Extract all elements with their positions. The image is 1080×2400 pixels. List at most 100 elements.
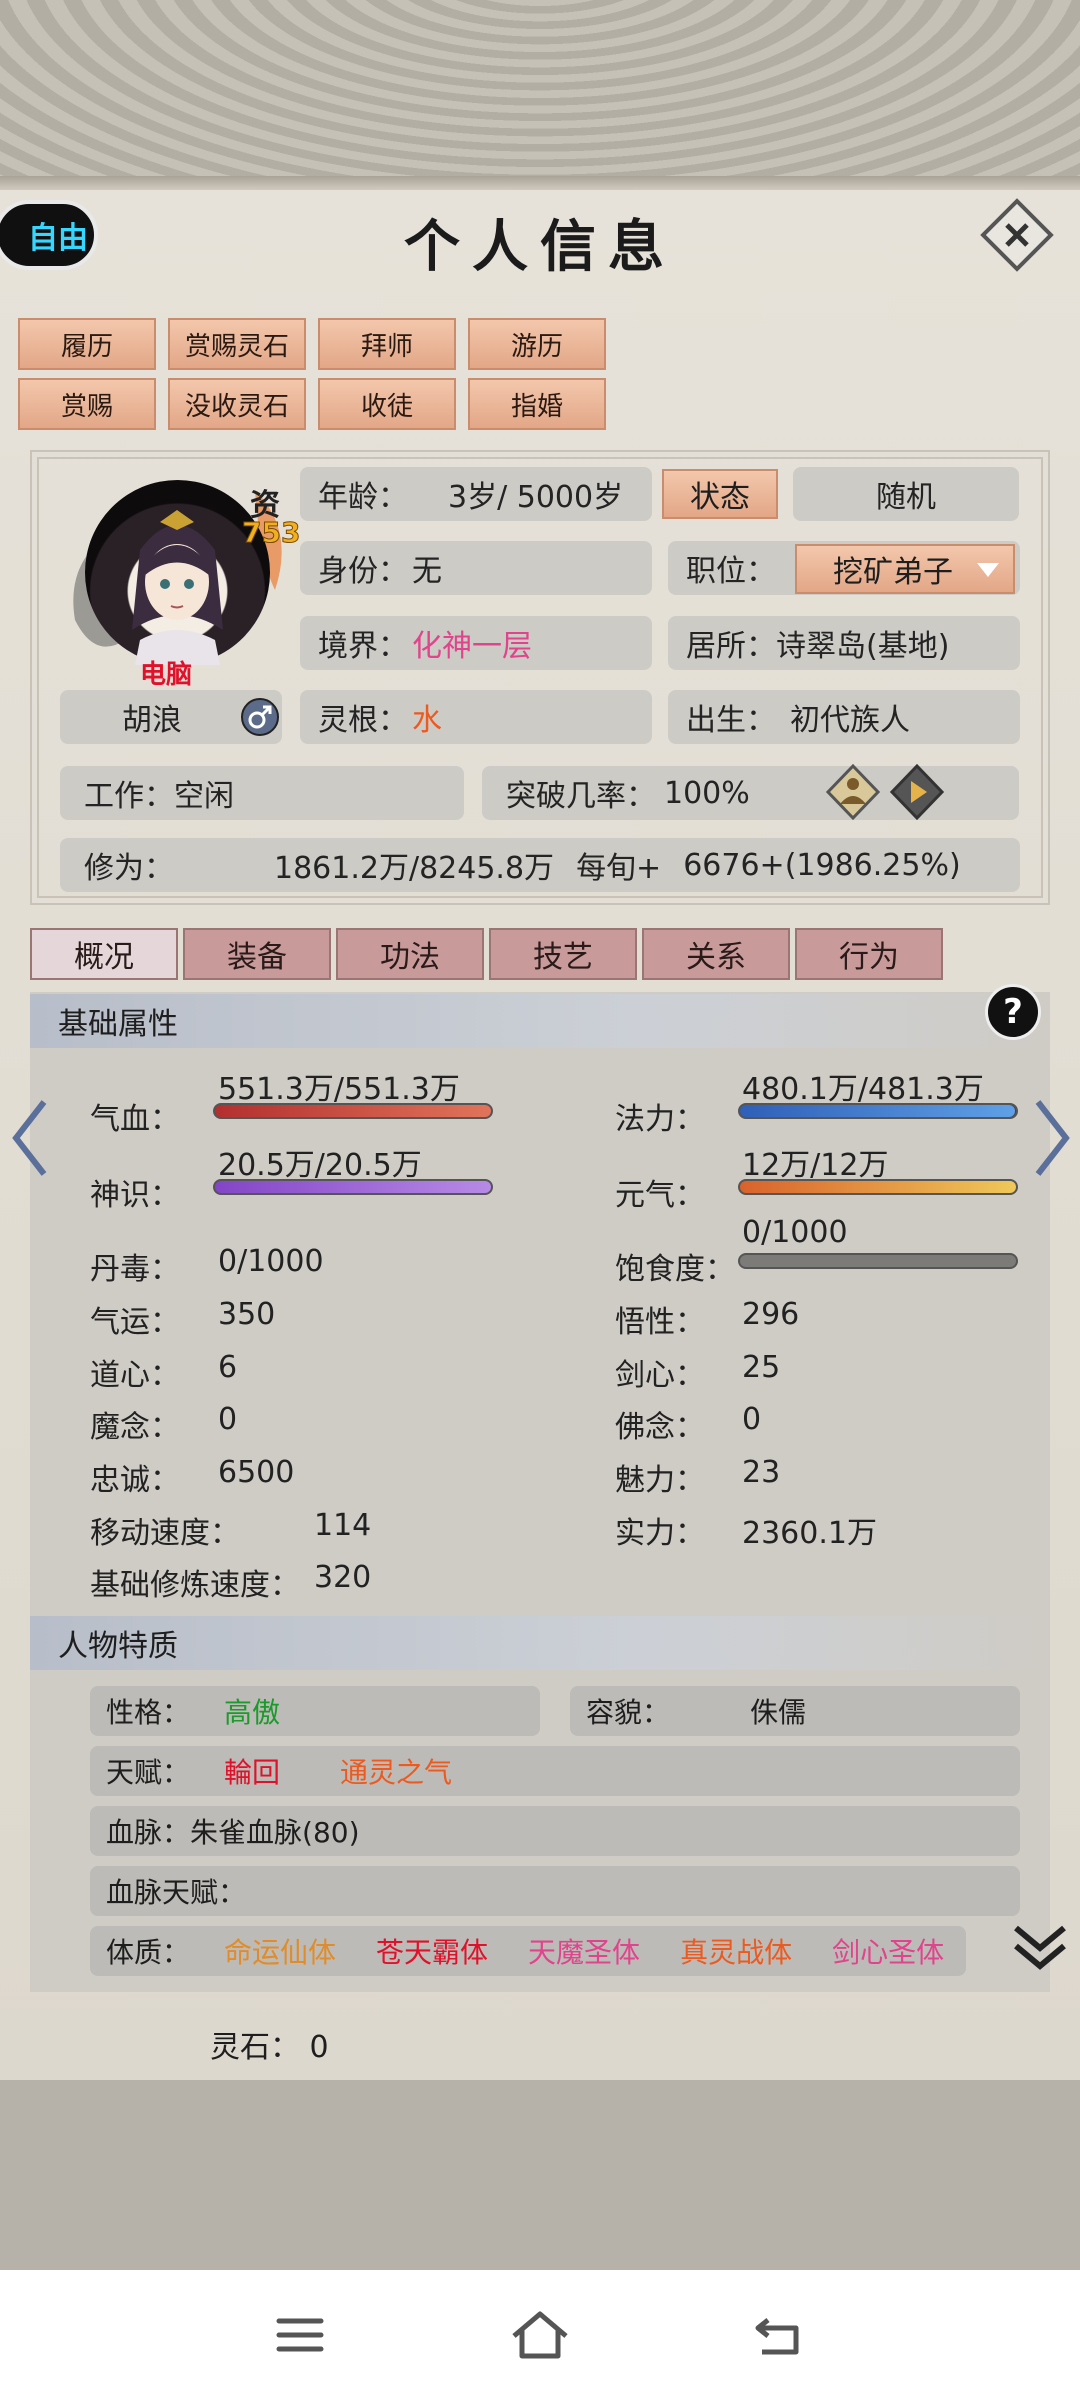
random-button[interactable]: 随机: [793, 467, 1019, 521]
identity-field: 身份： 无: [300, 541, 652, 595]
physique-item[interactable]: 剑心圣体: [832, 1931, 944, 1971]
birth-field: 出生： 初代族人: [668, 690, 1020, 744]
appearance-field: 容貌： 侏儒: [570, 1686, 1020, 1736]
status-button[interactable]: 状态: [662, 469, 778, 519]
physique-item[interactable]: 天魔圣体: [528, 1931, 640, 1971]
bloodline-talent-field: 血脉天赋：: [90, 1866, 1020, 1916]
tab-techniques[interactable]: 功法: [336, 928, 484, 980]
bottom-decoration: [0, 2080, 1080, 2270]
tab-relations[interactable]: 关系: [642, 928, 790, 980]
strength-value: 2360.1万: [742, 1516, 877, 1551]
cultivation-value: 1861.2万/8245.8万: [274, 851, 555, 886]
bloodline-value[interactable]: 朱雀血脉(80): [190, 1811, 359, 1851]
age-field: 年龄： 3岁/ 5000岁: [300, 467, 652, 521]
buddha-thought-label: 佛念：: [615, 1410, 705, 1445]
basic-attributes-header: 基础属性: [30, 994, 1050, 1048]
history-button[interactable]: 履历: [18, 318, 156, 370]
tab-skills[interactable]: 技艺: [489, 928, 637, 980]
spirit-value: 20.5万/20.5万: [218, 1148, 422, 1183]
traits-title: 人物特质: [58, 1629, 178, 1664]
take-disciple-button[interactable]: 收徒: [318, 378, 456, 430]
help-icon[interactable]: ?: [985, 984, 1041, 1040]
mana-label: 法力：: [615, 1102, 705, 1137]
talent-field: 天赋： 輪回 通灵之气: [90, 1746, 1020, 1796]
move-speed-label: 移动速度：: [90, 1516, 240, 1551]
menu-button[interactable]: [255, 2300, 345, 2370]
fortune-value: 350: [218, 1297, 276, 1332]
per-round-value: 6676+(1986.25%): [683, 847, 961, 883]
avatar[interactable]: [85, 480, 270, 665]
arrange-marriage-button[interactable]: 指婚: [468, 378, 606, 430]
confiscate-stones-button[interactable]: 没收灵石: [168, 378, 306, 430]
tab-equipment[interactable]: 装备: [183, 928, 331, 980]
age-label: 年龄：: [318, 480, 408, 515]
reward-stones-button[interactable]: 赏赐灵石: [168, 318, 306, 370]
home-button[interactable]: [495, 2300, 585, 2370]
personality-field: 性格： 高傲: [90, 1686, 540, 1736]
comprehension-label: 悟性：: [615, 1305, 705, 1340]
play-icon[interactable]: [890, 764, 944, 820]
reward-button[interactable]: 赏赐: [18, 378, 156, 430]
personality-label: 性格：: [106, 1696, 191, 1729]
talent-value-2[interactable]: 通灵之气: [340, 1751, 452, 1791]
move-speed-value: 114: [314, 1508, 372, 1543]
apprentice-button[interactable]: 拜师: [318, 318, 456, 370]
page-title: 个人信息: [404, 214, 676, 280]
identity-label: 身份：: [318, 554, 408, 589]
pill-toxin-label: 丹毒：: [90, 1252, 180, 1287]
prev-arrow-icon[interactable]: [8, 1098, 52, 1178]
position-dropdown[interactable]: 挖矿弟子: [795, 544, 1015, 594]
talent-value-1[interactable]: 輪回: [224, 1751, 280, 1791]
spirit-bar: [213, 1179, 493, 1195]
physique-label: 体质：: [106, 1936, 191, 1969]
travel-button[interactable]: 游历: [468, 318, 606, 370]
loyalty-value: 6500: [218, 1455, 295, 1490]
breakthrough-label: 突破几率：: [506, 779, 656, 814]
title-bar: 自由 个人信息: [0, 190, 1080, 298]
satiety-bar: [738, 1253, 1018, 1269]
meditation-icon[interactable]: [826, 764, 880, 820]
physique-item[interactable]: 命运仙体: [224, 1931, 336, 1971]
strength-label: 实力：: [615, 1516, 705, 1551]
expand-down-icon[interactable]: [1012, 1922, 1068, 1974]
satiety-value: 0/1000: [742, 1215, 848, 1250]
close-icon[interactable]: [980, 198, 1054, 272]
identity-value: 无: [412, 554, 442, 589]
traits-header: 人物特质: [30, 1616, 1050, 1670]
position-value: 挖矿弟子: [833, 555, 953, 590]
pill-toxin-value: 0/1000: [218, 1244, 324, 1279]
physique-field: 体质： 命运仙体 苍天霸体 天魔圣体 真灵战体 剑心圣体: [90, 1926, 966, 1976]
age-value: 3岁/ 5000岁: [448, 480, 624, 515]
sword-heart-value: 25: [742, 1350, 781, 1385]
tab-overview[interactable]: 概况: [30, 928, 178, 980]
next-arrow-icon[interactable]: [1030, 1098, 1074, 1178]
chevron-down-icon: [977, 563, 999, 577]
top-decoration: [0, 0, 1080, 190]
dao-heart-value: 6: [218, 1350, 238, 1385]
home-icon: [512, 2311, 568, 2359]
work-value: 空闲: [174, 779, 234, 814]
cultivation-label: 修为：: [84, 851, 174, 886]
appearance-value: 侏儒: [750, 1696, 807, 1729]
cultivation-field: 修为： 1861.2万/8245.8万 每旬+ 6676+(1986.25%): [60, 838, 1020, 892]
position-label: 职位：: [686, 554, 776, 589]
work-field: 工作： 空闲: [60, 766, 464, 820]
realm-label: 境界：: [318, 629, 408, 664]
talent-label: 天赋：: [106, 1756, 191, 1789]
breakthrough-value: 100%: [664, 775, 750, 811]
cultivation-speed-label: 基础修炼速度：: [90, 1568, 300, 1603]
back-icon: [755, 2318, 799, 2355]
physique-item[interactable]: 真灵战体: [680, 1931, 792, 1971]
bloodline-field: 血脉： 朱雀血脉(80): [90, 1806, 1020, 1856]
tab-behavior[interactable]: 行为: [795, 928, 943, 980]
spirit-stone-row: 灵石： 0: [210, 2022, 329, 2066]
per-round-label: 每旬+: [576, 851, 662, 886]
spirit-label: 神识：: [90, 1178, 180, 1213]
spirit-stone-label: 灵石：: [210, 2030, 300, 2065]
charm-label: 魅力：: [615, 1463, 705, 1498]
physique-item[interactable]: 苍天霸体: [376, 1931, 488, 1971]
vigor-value: 12万/12万: [742, 1148, 889, 1183]
mana-bar: [738, 1103, 1018, 1119]
back-button[interactable]: [735, 2300, 825, 2370]
male-icon: [241, 698, 279, 736]
